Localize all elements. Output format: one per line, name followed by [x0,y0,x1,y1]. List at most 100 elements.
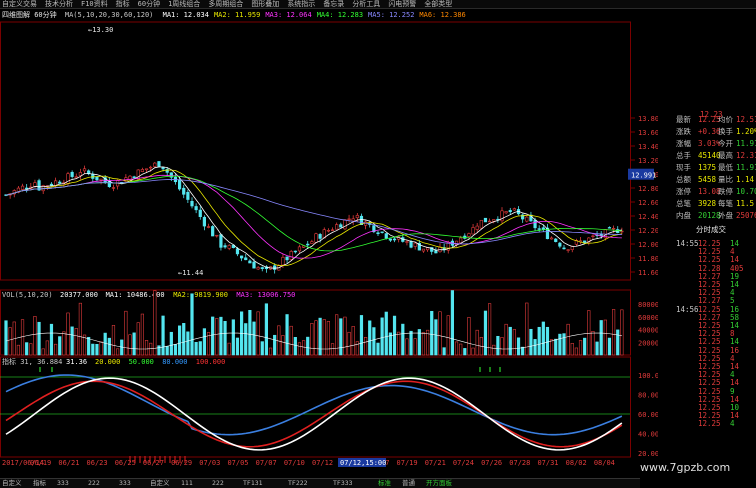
candle[interactable] [343,219,347,230]
candle[interactable] [533,219,537,229]
candle[interactable] [413,242,417,247]
candle[interactable] [235,248,240,255]
candle[interactable] [140,169,145,172]
candle[interactable] [611,227,616,230]
candle[interactable] [223,245,227,248]
candle[interactable] [607,227,612,229]
candle[interactable] [376,232,380,235]
candle[interactable] [256,267,260,270]
menu-item-10[interactable]: 分析工具 [352,0,380,8]
candle[interactable] [314,233,318,243]
candle[interactable] [562,247,566,250]
candle[interactable] [211,226,215,237]
candle[interactable] [111,187,116,189]
candle[interactable] [273,265,277,270]
candle[interactable] [153,162,157,167]
candle[interactable] [281,256,285,266]
candle[interactable] [335,224,339,230]
candle[interactable] [20,185,25,190]
menu-item-9[interactable]: 备忘录 [323,0,344,8]
candle[interactable] [95,176,99,181]
candle[interactable] [70,171,74,177]
candle[interactable] [388,238,393,241]
menu-item-3[interactable]: 指标 [116,0,130,8]
candle[interactable] [558,242,562,247]
menu-item-7[interactable]: 图形叠加 [251,0,279,8]
candle[interactable] [198,209,202,217]
tick-tab[interactable]: 分时成交 [676,224,756,236]
candle[interactable] [554,238,558,242]
candle[interactable] [182,187,186,195]
candle[interactable] [525,216,529,222]
candle[interactable] [487,220,492,223]
menu-item-1[interactable]: 技术分析 [45,0,73,8]
candle[interactable] [479,220,483,229]
candle[interactable] [293,250,297,253]
menu-item-5[interactable]: 1周线组合 [168,0,200,8]
candle[interactable] [206,226,211,228]
chart-canvas[interactable]: 13.8013.6013.4013.2013.0012.8012.6012.40… [0,10,658,470]
candle[interactable] [483,217,488,223]
candle[interactable] [82,168,87,172]
candle[interactable] [74,176,78,179]
candle[interactable] [310,241,314,244]
candle[interactable] [260,267,264,269]
candle[interactable] [454,240,459,246]
candle[interactable] [471,227,475,235]
menu-item-8[interactable]: 系统指示 [287,0,315,8]
candle[interactable] [475,225,479,230]
candle[interactable] [227,245,231,249]
candle[interactable] [409,241,413,248]
candle[interactable] [512,208,516,211]
candle[interactable] [58,181,62,184]
candle[interactable] [351,218,355,222]
menu-item-0[interactable]: 自定义交易 [2,0,37,8]
menu-item-12[interactable]: 全部类型 [424,0,452,8]
candle[interactable] [549,237,554,240]
candle[interactable] [49,183,54,186]
candle[interactable] [421,248,426,252]
candle[interactable] [248,260,252,264]
candle[interactable] [326,230,331,232]
candle[interactable] [244,257,248,261]
candle[interactable] [583,240,587,243]
candle[interactable] [194,206,198,211]
candle[interactable] [566,249,570,251]
candle[interactable] [289,251,293,260]
candle[interactable] [467,233,471,237]
candle[interactable] [459,237,463,244]
candle[interactable] [297,246,302,252]
candle[interactable] [186,191,190,200]
candle[interactable] [355,215,359,219]
candle[interactable] [405,241,409,243]
candle[interactable] [339,224,343,228]
candle[interactable] [202,216,207,227]
candle[interactable] [144,168,149,171]
candle[interactable] [508,210,512,213]
candle[interactable] [384,233,388,239]
candle[interactable] [252,261,256,269]
candle[interactable] [434,250,438,254]
candle[interactable] [132,176,136,179]
candle[interactable] [240,255,244,259]
candle[interactable] [190,201,194,207]
candle[interactable] [318,234,322,239]
candle[interactable] [392,238,397,241]
candle[interactable] [99,178,103,181]
candle[interactable] [161,167,165,170]
candle[interactable] [285,256,289,261]
candle[interactable] [541,227,545,230]
menu-item-11[interactable]: 闪电预警 [388,0,416,8]
candle[interactable] [492,219,496,222]
candle[interactable] [149,166,153,169]
menu-item-6[interactable]: 多周期组合 [208,0,243,8]
candle[interactable] [178,179,182,190]
candle[interactable] [380,231,384,233]
candle[interactable] [306,243,310,246]
candle[interactable] [157,161,161,167]
candle[interactable] [537,228,541,230]
menu-item-2[interactable]: F10资料 [81,0,108,8]
candle[interactable] [330,229,335,231]
candle[interactable] [347,218,351,221]
menu-item-4[interactable]: 60分钟 [138,0,160,8]
